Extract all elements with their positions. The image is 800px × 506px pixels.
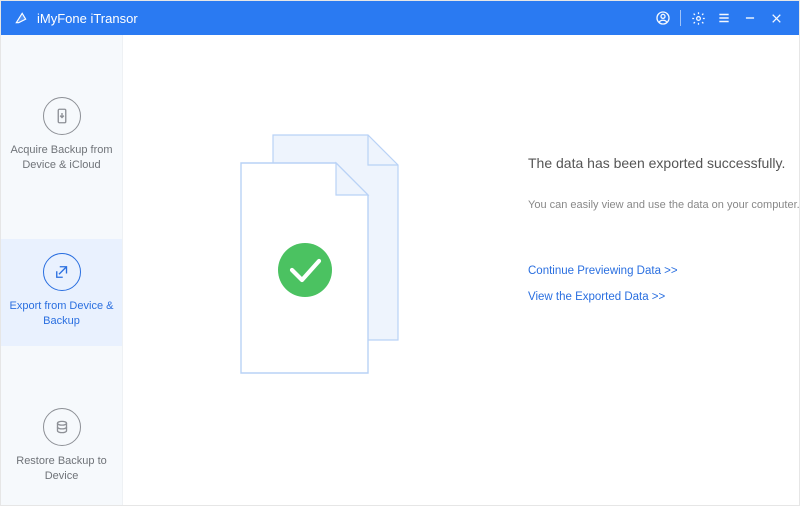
account-icon <box>655 10 671 26</box>
titlebar-divider <box>680 10 681 26</box>
close-icon <box>770 12 783 25</box>
settings-button[interactable] <box>685 5 711 31</box>
export-icon <box>43 253 81 291</box>
result-text-column: The data has been exported successfully.… <box>528 155 800 317</box>
check-icon <box>278 243 332 297</box>
app-title: iMyFone iTransor <box>37 11 138 26</box>
minimize-button[interactable] <box>737 5 763 31</box>
titlebar: iMyFone iTransor <box>1 1 799 35</box>
app-logo-icon <box>13 10 29 26</box>
restore-icon <box>43 408 81 446</box>
menu-button[interactable] <box>711 5 737 31</box>
close-button[interactable] <box>763 5 789 31</box>
view-exported-link[interactable]: View the Exported Data >> <box>528 291 800 303</box>
gear-icon <box>691 11 706 26</box>
main-panel: The data has been exported successfully.… <box>123 35 799 505</box>
phone-download-icon <box>43 97 81 135</box>
sidebar-item-export[interactable]: Export from Device & Backup <box>1 239 122 347</box>
app-window: iMyFone iTransor <box>0 0 800 506</box>
sidebar: Acquire Backup from Device & iCloud Expo… <box>1 35 123 505</box>
sidebar-item-label: Restore Backup to Device <box>9 454 114 484</box>
document-illustration <box>193 115 453 395</box>
result-heading: The data has been exported successfully. <box>528 155 800 171</box>
menu-icon <box>717 11 731 25</box>
app-body: Acquire Backup from Device & iCloud Expo… <box>1 35 799 505</box>
sidebar-item-acquire-backup[interactable]: Acquire Backup from Device & iCloud <box>1 83 122 191</box>
sidebar-item-restore[interactable]: Restore Backup to Device <box>1 394 122 502</box>
sidebar-item-label: Export from Device & Backup <box>9 299 114 329</box>
continue-previewing-link[interactable]: Continue Previewing Data >> <box>528 265 800 277</box>
result-subtext: You can easily view and use the data on … <box>528 199 800 211</box>
account-button[interactable] <box>650 5 676 31</box>
sidebar-item-label: Acquire Backup from Device & iCloud <box>9 143 114 173</box>
minimize-icon <box>743 11 757 25</box>
